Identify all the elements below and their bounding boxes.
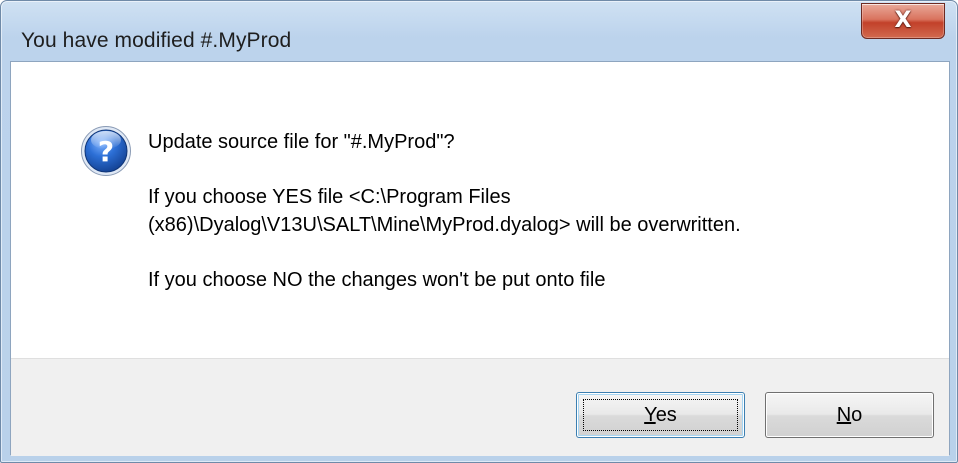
dialog-client-area: ? Update source file for "#.MyProd"? If … (10, 61, 950, 456)
message-yes-explanation: If you choose YES file <C:\Program Files… (148, 183, 741, 239)
title-bar[interactable]: You have modified #.MyProd X (1, 1, 957, 61)
message-no-explanation: If you choose NO the changes won't be pu… (148, 269, 606, 291)
no-button-label: No (836, 403, 863, 426)
message-text: Update source file for "#.MyProd"? If yo… (148, 128, 741, 294)
message-yes-line-2: (x86)\Dyalog\V13U\SALT\Mine\MyProd.dyalo… (148, 214, 741, 236)
question-icon: ? (80, 125, 132, 177)
button-bar: Yes No (11, 358, 949, 456)
yes-button-label: Yes (644, 403, 677, 426)
yes-button[interactable]: Yes (576, 392, 745, 438)
close-icon: X (894, 8, 912, 33)
message-yes-line-1: If you choose YES file <C:\Program Files (148, 186, 511, 208)
message-area: ? Update source file for "#.MyProd"? If … (11, 62, 949, 358)
svg-text:?: ? (98, 135, 114, 168)
dialog-title: You have modified #.MyProd (21, 29, 292, 52)
close-button[interactable]: X (861, 3, 945, 39)
dialog-window: You have modified #.MyProd X ? Update so… (0, 0, 958, 463)
message-question: Update source file for "#.MyProd"? (148, 131, 455, 153)
no-button[interactable]: No (765, 392, 934, 438)
